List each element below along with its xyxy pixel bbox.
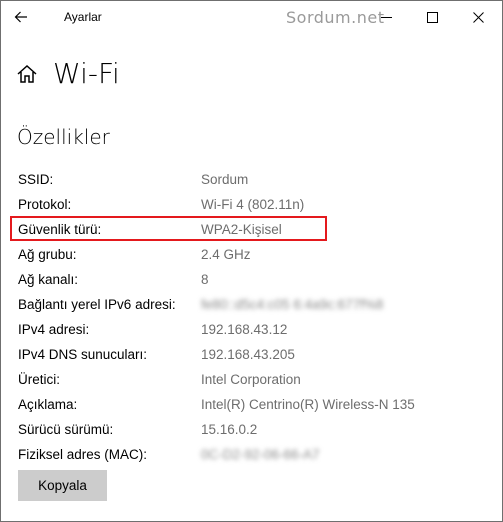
- property-label: Fiziksel adres (MAC):: [18, 447, 148, 462]
- property-label: SSID:: [18, 172, 54, 187]
- title-bar: Ayarlar Sordum.net: [1, 1, 502, 34]
- close-button[interactable]: [455, 1, 501, 34]
- property-value: 192.168.43.12: [201, 322, 288, 337]
- minimize-button[interactable]: [363, 1, 409, 34]
- property-value: Sordum: [201, 172, 249, 187]
- property-row-network-band: Ağ grubu: 2.4 GHz: [18, 246, 488, 271]
- settings-window: Ayarlar Sordum.net Wi-Fi Özellikler SSID…: [0, 0, 503, 522]
- property-label: Bağlantı yerel IPv6 adresi:: [18, 297, 176, 312]
- arrow-left-icon: [14, 11, 27, 23]
- property-value: Intel(R) Centrino(R) Wireless-N 135: [201, 397, 415, 412]
- property-row-ipv6-address: Bağlantı yerel IPv6 adresi: fe80::d5c4:c…: [18, 296, 488, 321]
- maximize-button[interactable]: [409, 1, 455, 34]
- property-row-ipv4-address: IPv4 adresi: 192.168.43.12: [18, 321, 488, 346]
- page-title: Wi-Fi: [53, 57, 120, 90]
- property-label: IPv4 DNS sunucuları:: [18, 347, 148, 362]
- highlight-box: [10, 216, 327, 241]
- home-icon[interactable]: [16, 63, 38, 85]
- property-value: 15.16.0.2: [201, 422, 258, 437]
- property-value-blurred: fe80::d5c4:c05 6:4a9c:677f%8: [201, 297, 384, 312]
- property-value: Intel Corporation: [201, 372, 301, 387]
- maximize-icon: [426, 12, 438, 23]
- property-row-manufacturer: Üretici: Intel Corporation: [18, 371, 488, 396]
- property-value: Wi-Fi 4 (802.11n): [201, 197, 305, 212]
- property-row-network-channel: Ağ kanalı: 8: [18, 271, 488, 296]
- property-row-driver-version: Sürücü sürümü: 15.16.0.2: [18, 421, 488, 446]
- minimize-icon: [380, 17, 392, 18]
- property-label: Sürücü sürümü:: [18, 422, 114, 437]
- property-row-description: Açıklama: Intel(R) Centrino(R) Wireless-…: [18, 396, 488, 421]
- property-value: 192.168.43.205: [201, 347, 295, 362]
- back-button[interactable]: [9, 5, 33, 29]
- property-row-ssid: SSID: Sordum: [18, 171, 488, 196]
- property-label: Ağ grubu:: [18, 247, 77, 262]
- property-label: Üretici:: [18, 372, 61, 387]
- window-title: Ayarlar: [64, 10, 102, 24]
- close-icon: [472, 12, 484, 23]
- property-label: Ağ kanalı:: [18, 272, 79, 287]
- copy-button[interactable]: Kopyala: [18, 470, 107, 501]
- property-label: Protokol:: [18, 197, 72, 212]
- section-title: Özellikler: [17, 125, 110, 149]
- property-value-blurred: 0C-D2-92-06-66-A7: [201, 447, 320, 462]
- property-label: IPv4 adresi:: [18, 322, 90, 337]
- property-row-mac-address: Fiziksel adres (MAC): 0C-D2-92-06-66-A7: [18, 446, 488, 471]
- property-value: 2.4 GHz: [201, 247, 251, 262]
- property-value: 8: [201, 272, 209, 287]
- property-row-ipv4-dns: IPv4 DNS sunucuları: 192.168.43.205: [18, 346, 488, 371]
- property-label: Açıklama:: [18, 397, 78, 412]
